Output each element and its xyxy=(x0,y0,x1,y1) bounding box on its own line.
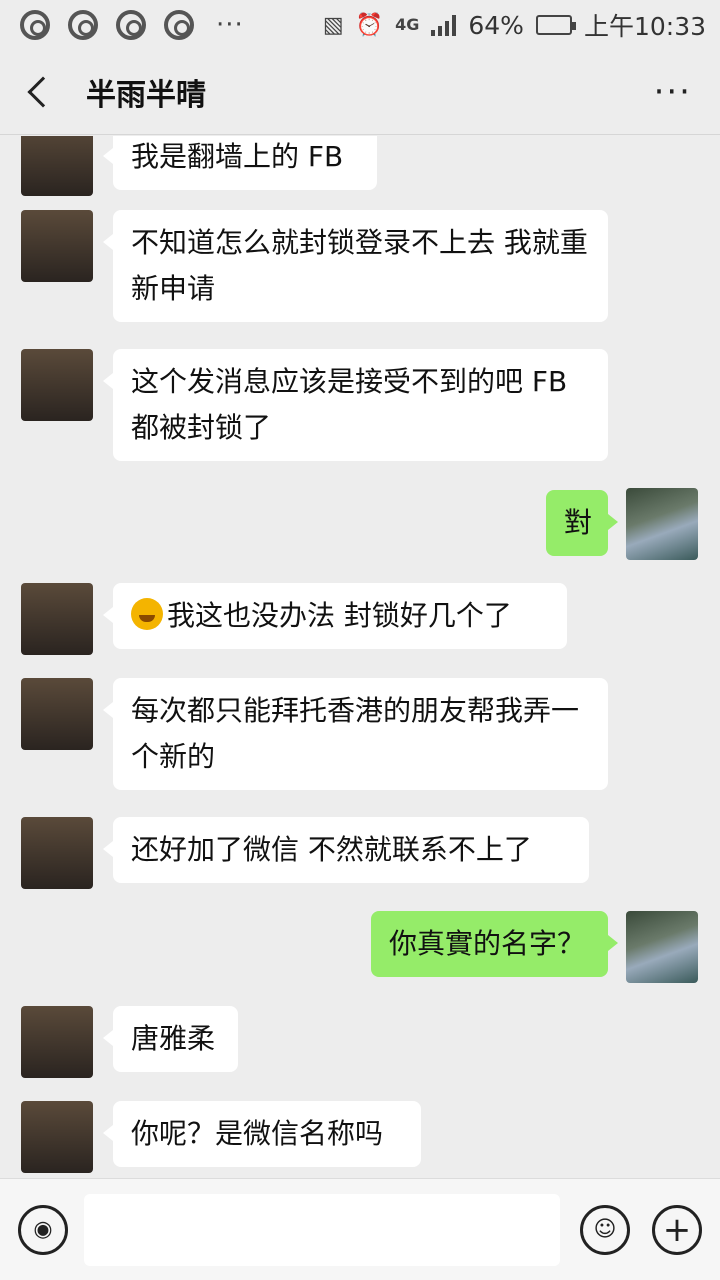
message-text: 每次都只能拜托香港的朋友帮我弄一个新的 xyxy=(131,694,580,773)
message-bubble-incoming[interactable]: 唐雅柔 xyxy=(103,1006,238,1072)
back-arrow-icon[interactable] xyxy=(27,76,59,108)
message-text: 不知道怎么就封锁登录不上去 我就重新申请 xyxy=(131,226,588,305)
chrome-icon xyxy=(20,10,50,40)
message-bubble-incoming[interactable]: 这个发消息应该是接受不到的吧 FB 都被封锁了 xyxy=(103,349,608,461)
message-bubble-incoming[interactable]: 不知道怎么就封锁登录不上去 我就重新申请 xyxy=(103,210,608,322)
message-bubble-incoming[interactable]: 我是翻墙上的 FB xyxy=(103,136,377,190)
battery-percent: 64% xyxy=(468,10,524,40)
message-bubble-incoming[interactable]: 你呢？是微信名称吗 xyxy=(103,1101,421,1167)
contact-avatar[interactable] xyxy=(21,210,93,282)
message-bubble-incoming[interactable]: 每次都只能拜托香港的朋友帮我弄一个新的 xyxy=(103,678,608,790)
notification-more: ··· xyxy=(216,10,244,40)
contact-avatar[interactable] xyxy=(21,1101,93,1173)
message-list[interactable]: 我是翻墙上的 FB 不知道怎么就封锁登录不上去 我就重新申请 这个发消息应该是接… xyxy=(0,136,720,1178)
message-text: 我是翻墙上的 FB xyxy=(131,140,344,173)
contact-avatar[interactable] xyxy=(21,136,93,196)
alarm-icon: ⏰ xyxy=(355,12,384,38)
message-text: 你呢？是微信名称吗 xyxy=(131,1117,384,1150)
chrome-icon xyxy=(164,10,194,40)
message-text: 我这也没办法 封锁好几个了 xyxy=(167,599,512,632)
chrome-icon xyxy=(68,10,98,40)
message-bubble-outgoing[interactable]: 你真實的名字？ xyxy=(371,911,618,977)
message-bubble-outgoing[interactable]: 對 xyxy=(546,490,618,556)
message-bubble-incoming[interactable]: 还好加了微信 不然就联系不上了 xyxy=(103,817,589,883)
emoji-icon[interactable]: ☺ xyxy=(580,1204,630,1255)
battery-icon xyxy=(535,15,576,35)
voice-icon[interactable]: ◉ xyxy=(18,1204,68,1255)
contact-avatar[interactable] xyxy=(21,817,93,889)
contact-avatar[interactable] xyxy=(21,349,93,421)
message-text: 你真實的名字？ xyxy=(389,927,586,960)
sweat-laugh-emoji-icon xyxy=(131,598,163,630)
signal-icon xyxy=(431,14,457,36)
message-text: 對 xyxy=(564,506,593,539)
network-type: 4G xyxy=(395,15,420,34)
message-text: 唐雅柔 xyxy=(131,1022,216,1055)
plus-icon[interactable]: + xyxy=(652,1204,702,1255)
my-avatar[interactable] xyxy=(626,911,698,983)
contact-avatar[interactable] xyxy=(21,1006,93,1078)
contact-avatar[interactable] xyxy=(21,583,93,655)
chrome-icon xyxy=(116,10,146,40)
message-bubble-incoming[interactable]: 我这也没办法 封锁好几个了 xyxy=(103,583,567,649)
status-bar: ··· ▧ ⏰ 4G 64% 上午10:33 xyxy=(0,0,720,50)
vibrate-icon: ▧ xyxy=(322,12,344,38)
message-text: 这个发消息应该是接受不到的吧 FB 都被封锁了 xyxy=(131,365,568,444)
message-text: 还好加了微信 不然就联系不上了 xyxy=(131,833,532,866)
message-input[interactable] xyxy=(84,1193,560,1266)
clock: 上午10:33 xyxy=(583,12,706,41)
chat-title: 半雨半晴 xyxy=(86,78,206,113)
more-options-icon[interactable]: ··· xyxy=(654,75,692,109)
contact-avatar[interactable] xyxy=(21,678,93,750)
my-avatar[interactable] xyxy=(626,488,698,560)
input-bar: ◉ ☺ + xyxy=(0,1178,720,1280)
chat-header: 半雨半晴 ··· xyxy=(0,50,720,135)
